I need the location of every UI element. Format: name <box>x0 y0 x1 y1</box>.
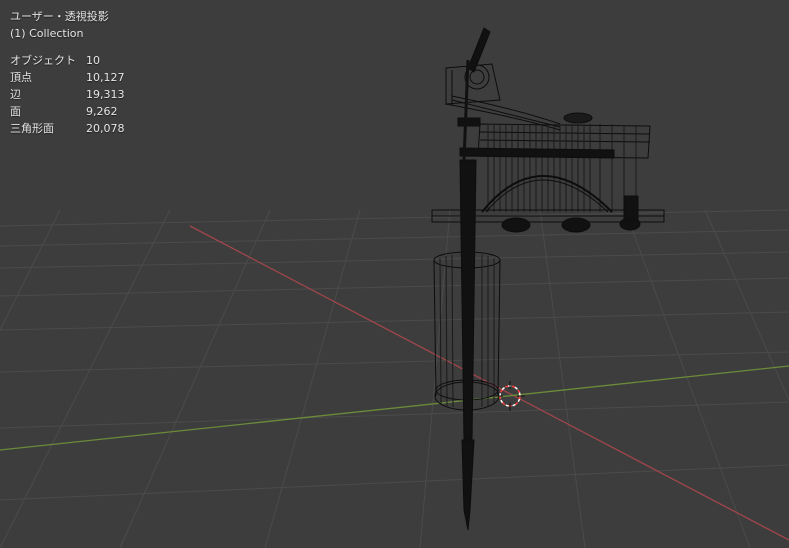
viewport-info-overlay: ユーザー・透視投影 (1) Collection オブジェクト 10 頂点 10… <box>10 8 125 137</box>
stat-row-vertices: 頂点 10,127 <box>10 69 125 86</box>
stat-label: 頂点 <box>10 71 32 84</box>
collection-label: (1) Collection <box>10 27 84 40</box>
stat-row-edges: 辺 19,313 <box>10 86 125 103</box>
stat-label: 三角形面 <box>10 122 54 135</box>
3d-viewport[interactable]: ユーザー・透視投影 (1) Collection オブジェクト 10 頂点 10… <box>0 0 789 548</box>
stat-value: 20,078 <box>86 122 125 135</box>
view-mode-label: ユーザー・透視投影 <box>10 10 109 23</box>
stat-label: 辺 <box>10 88 21 101</box>
stat-row-faces: 面 9,262 <box>10 103 125 120</box>
stat-value: 19,313 <box>86 88 125 101</box>
stat-row-objects: オブジェクト 10 <box>10 52 125 69</box>
stat-label: オブジェクト <box>10 54 76 67</box>
stat-row-triangles: 三角形面 20,078 <box>10 120 125 137</box>
stat-value: 9,262 <box>86 105 118 118</box>
scene-statistics: オブジェクト 10 頂点 10,127 辺 19,313 面 9,262 三角形… <box>10 52 125 137</box>
tattoo-machine-model[interactable] <box>431 27 665 531</box>
stat-value: 10,127 <box>86 71 125 84</box>
y-axis-line <box>0 365 789 451</box>
stat-label: 面 <box>10 105 21 118</box>
stat-value: 10 <box>86 54 100 67</box>
